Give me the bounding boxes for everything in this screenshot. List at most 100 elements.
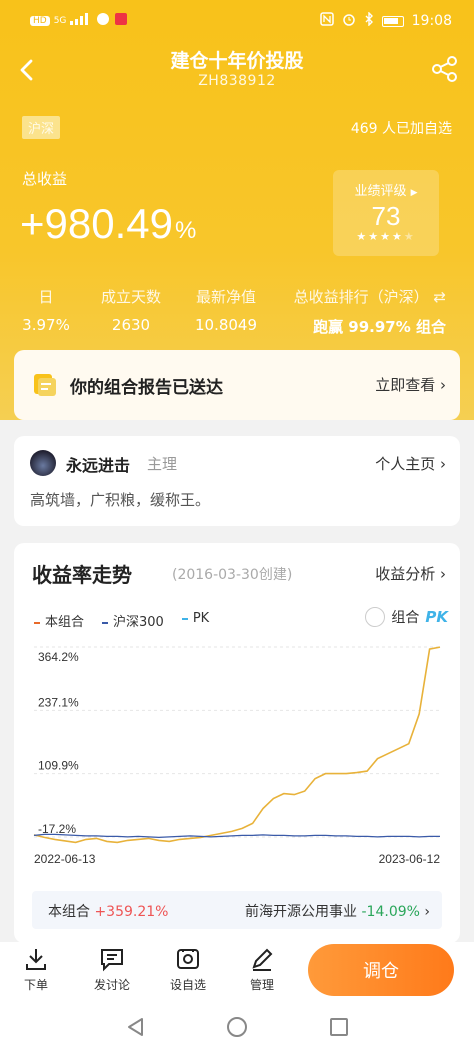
manage-button[interactable]: 管理 — [232, 946, 292, 993]
return-line-chart: 364.2%237.1%109.9%-17.2%2022-06-13 2023-0… — [33, 646, 441, 866]
nfc-icon — [319, 12, 334, 30]
owner-role: 主理 — [147, 455, 178, 473]
performance-rating-card[interactable]: 业绩评级 ▶ 73 ★★★★★ — [333, 170, 439, 256]
compare-portfolio-label: 本组合 — [48, 904, 90, 920]
star-icon: ★ — [356, 230, 369, 243]
rating-score: 73 — [371, 201, 401, 231]
system-nav-bar — [0, 1004, 474, 1053]
watchlist-add-icon — [177, 949, 199, 969]
nav-recents-icon[interactable] — [328, 1016, 350, 1038]
discuss-button[interactable]: 发讨论 — [82, 946, 142, 993]
return-analysis-label: 收益分析 — [375, 565, 436, 583]
clock: 19:08 — [411, 13, 452, 29]
star-icon: ★ — [368, 230, 381, 243]
stat-rank-value: 跑赢 99.97% 组合 — [313, 318, 446, 336]
status-bar: HD 5G 19:08 — [0, 0, 474, 40]
legend-label: 沪深300 — [113, 615, 164, 630]
market-tag: 沪深 — [22, 116, 61, 139]
watchlist-label: 设自选 — [169, 978, 206, 992]
pk-toggle[interactable]: 组合 PK — [365, 607, 448, 627]
stat-days-value: 2630 — [111, 316, 151, 334]
download-icon — [26, 949, 46, 970]
legend-item-csi300: 沪深300 — [102, 611, 164, 630]
nav-home-icon[interactable] — [226, 1016, 248, 1038]
stat-day: 日 3.97% — [20, 286, 72, 334]
stat-rank-label: 总收益排行（沪深） ⇄ — [294, 286, 446, 307]
order-button[interactable]: 下单 — [6, 946, 66, 993]
compare-bar[interactable]: 本组合 +359.21% 前海开源公用事业 -14.09% › — [32, 891, 442, 929]
chevron-right-icon: › — [440, 565, 446, 583]
rating-stars: ★★★★★ — [333, 230, 439, 243]
owner-name[interactable]: 永远进击 — [66, 452, 130, 476]
view-report-link[interactable]: 立即查看 › — [375, 374, 446, 395]
profile-link[interactable]: 个人主页 › — [375, 453, 446, 474]
stat-rank-label-text: 总收益排行（沪深） — [293, 288, 429, 306]
total-return-unit: % — [175, 217, 197, 244]
y-tick-label: 364.2% — [38, 650, 79, 664]
y-tick-label: 237.1% — [38, 695, 79, 709]
legend-label: 本组合 — [45, 615, 85, 630]
chevron-right-icon: › — [440, 376, 446, 394]
compare-fund-label: 前海开源公用事业 — [245, 904, 358, 920]
stat-nav: 最新净值 10.8049 — [186, 286, 266, 334]
bottom-toolbar: 下单 发讨论 设自选 管理 调仓 — [0, 942, 474, 1004]
total-return-value: +980.49% — [20, 200, 196, 248]
status-left: HD 5G — [30, 12, 128, 30]
top-nav: 建仓十年价投股 ZH838912 — [0, 40, 474, 100]
stat-day-value: 3.97% — [22, 316, 70, 334]
stat-days-label: 成立天数 — [100, 288, 161, 306]
x-tick-label-end: 2023-06-12 — [379, 852, 441, 866]
legend-item-portfolio: 本组合 — [34, 611, 84, 630]
report-icon — [34, 374, 56, 396]
profile-link-label: 个人主页 — [375, 455, 436, 473]
legend-swatch — [102, 621, 109, 624]
share-button[interactable] — [430, 54, 460, 84]
alarm-icon — [342, 12, 356, 30]
x-tick-label-start: 2022-06-13 — [34, 852, 96, 866]
return-analysis-link[interactable]: 收益分析 › — [375, 563, 446, 584]
series-line-portfolio — [33, 646, 441, 844]
owner-bio: 高筑墙，广积粮，缓称王。 — [30, 491, 211, 509]
nav-back-icon[interactable] — [124, 1016, 146, 1038]
chevron-right-icon: › — [440, 455, 446, 473]
chart-created-date: (2016-03-30创建) — [172, 567, 293, 583]
app-notification-icon-2 — [114, 12, 128, 30]
swap-icon: ⇄ — [433, 288, 446, 306]
stat-rank[interactable]: 总收益排行（沪深） ⇄ 跑赢 99.97% 组合 — [294, 286, 446, 337]
watchlist-button[interactable]: 设自选 — [158, 946, 218, 993]
share-icon — [432, 56, 457, 82]
legend-swatch — [181, 617, 188, 620]
chart-title: 收益率走势 — [32, 563, 132, 587]
pk-toggle-label: 组合 — [391, 610, 420, 626]
triangle-right-icon: ▶ — [410, 188, 418, 198]
stat-day-label: 日 — [38, 288, 54, 306]
pk-logo: PK — [425, 608, 448, 626]
status-tag-hd: HD — [30, 16, 50, 26]
discuss-label: 发讨论 — [93, 978, 130, 992]
bluetooth-icon — [364, 11, 374, 30]
app-notification-icon — [96, 12, 110, 30]
report-card[interactable]: 你的组合报告已送达 立即查看 › — [14, 350, 460, 420]
y-tick-label: 109.9% — [38, 759, 79, 773]
avatar[interactable] — [30, 450, 56, 476]
stat-nav-value: 10.8049 — [194, 316, 258, 334]
order-label: 下单 — [23, 978, 48, 992]
radio-circle-icon — [365, 607, 386, 627]
star-icon: ★ — [380, 230, 392, 243]
star-empty-icon: ★ — [403, 230, 416, 243]
adjust-position-button[interactable]: 调仓 — [308, 944, 454, 996]
chevron-right-icon: › — [424, 904, 430, 920]
status-right: 19:08 — [319, 11, 452, 30]
stats-row: 日 3.97% 成立天数 2630 最新净值 10.8049 总收益排行（沪深）… — [0, 286, 474, 336]
compare-fund: 前海开源公用事业 -14.09% › — [245, 901, 430, 921]
legend-item-pk: PK — [181, 611, 209, 630]
compare-portfolio: 本组合 +359.21% — [48, 901, 168, 921]
edit-icon — [252, 948, 273, 971]
comment-icon — [101, 949, 123, 972]
rating-label: 业绩评级 ▶ — [333, 180, 439, 199]
total-return-label: 总收益 — [22, 170, 68, 188]
page-title: 建仓十年价投股 — [170, 50, 304, 72]
signal-icon — [70, 13, 92, 29]
return-chart-card: 收益率走势 (2016-03-30创建) 收益分析 › 本组合 沪深300 PK… — [14, 543, 460, 943]
follow-count: 469 人已加自选 — [350, 121, 452, 137]
